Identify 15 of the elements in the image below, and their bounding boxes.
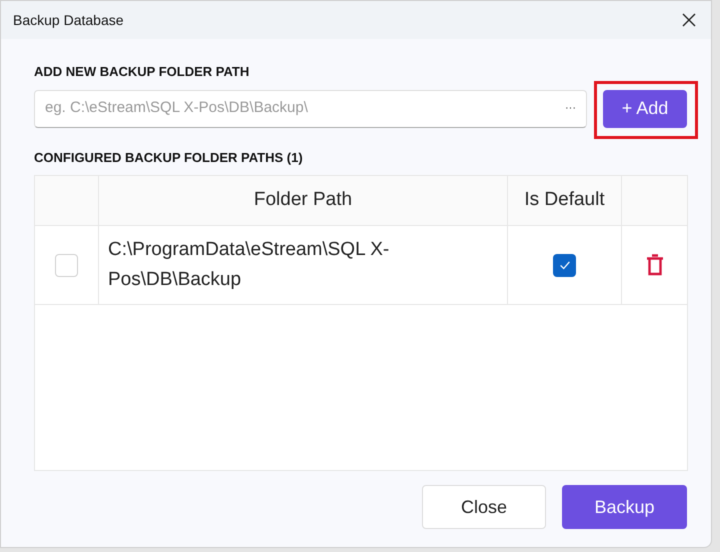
close-icon[interactable] [681,12,697,28]
path-input-field[interactable]: eg. C:\eStream\SQL X-Pos\DB\Backup\ ··· [34,90,587,128]
window-title: Backup Database [13,10,124,30]
add-button[interactable]: + Add [603,90,687,128]
section-label: ADD NEW BACKUP FOLDER PATH [34,63,250,81]
table-cell-text: C:\ProgramData\eStream\SQL X-Pos\DB\Backup [108,238,390,292]
column-header: Is Default [524,188,605,212]
default-checkbox[interactable] [553,254,576,276]
backup-button[interactable]: Backup [562,485,687,529]
column-header: Folder Path [254,188,352,212]
browse-button[interactable]: ··· [565,100,576,117]
row-checkbox[interactable] [55,254,78,276]
section-label: CONFIGURED BACKUP FOLDER PATHS (1) [34,148,304,167]
close-button[interactable]: Close [422,485,546,529]
delete-icon[interactable] [646,254,664,276]
